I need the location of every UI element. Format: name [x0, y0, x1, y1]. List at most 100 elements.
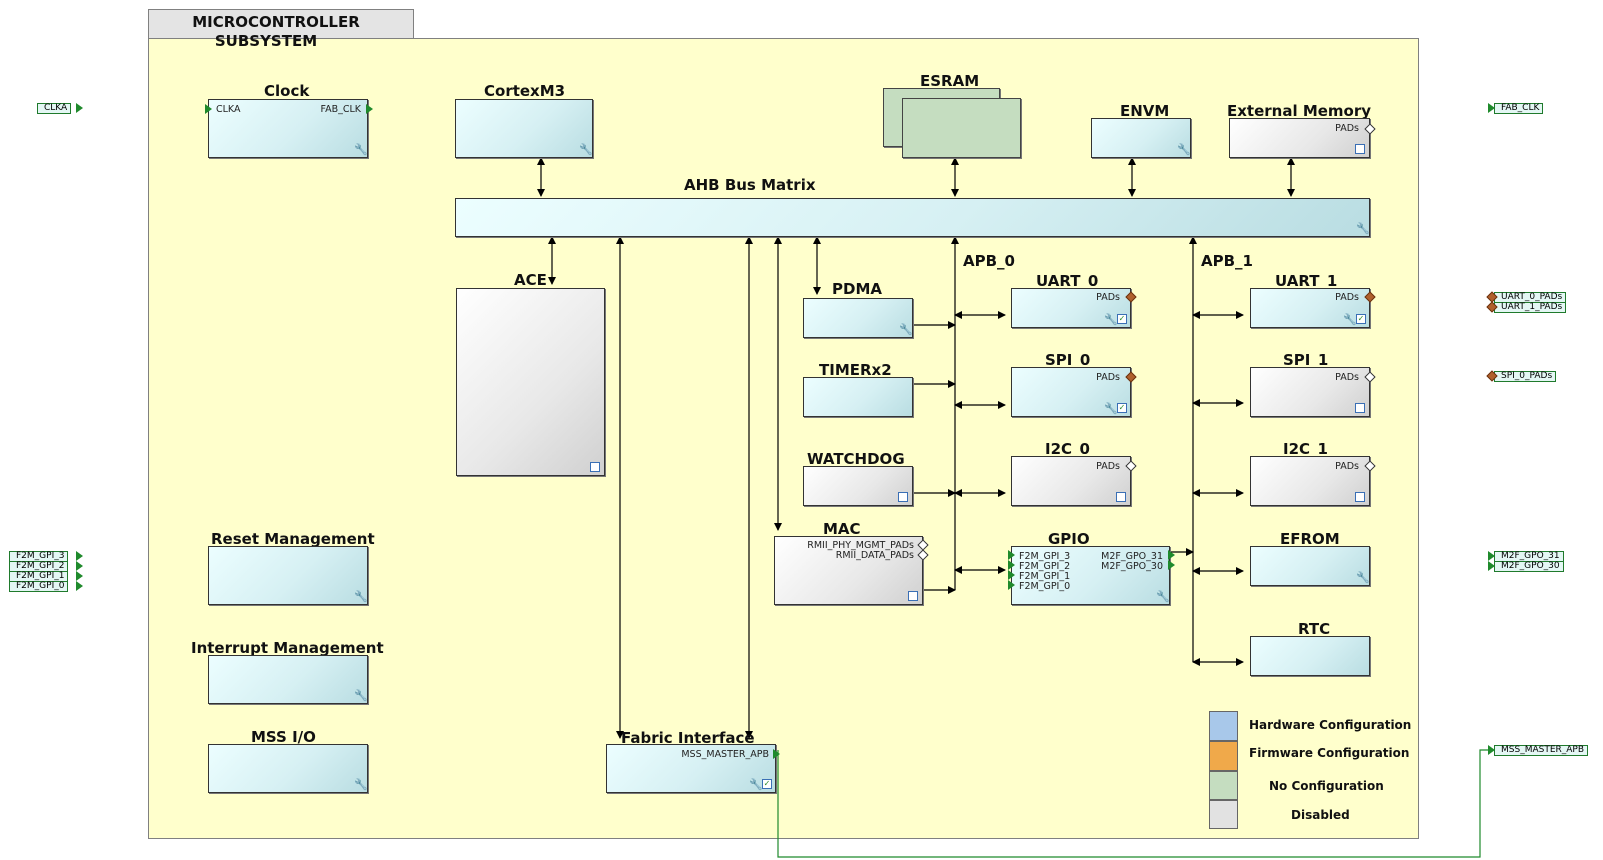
spi1-enable-checkbox[interactable]: [1355, 403, 1365, 413]
port-f2m-gpi-2-arrow: [76, 561, 83, 571]
ahb-bus-matrix-block[interactable]: 🔧: [455, 198, 1370, 237]
clock-pin-clka: CLKA: [216, 104, 241, 115]
external-memory-block[interactable]: PADs: [1229, 118, 1370, 158]
fabric-configure-icon[interactable]: 🔧: [749, 779, 763, 791]
port-spi0-pads[interactable]: SPI_0_PADs: [1494, 371, 1557, 382]
port-fab-clk-arrow: [1488, 103, 1495, 113]
timer-block[interactable]: [803, 377, 913, 417]
gpio-in-connector-2[interactable]: [1008, 560, 1015, 570]
port-m2f-gpo-30[interactable]: M2F_GPO_30: [1494, 561, 1564, 572]
gpio-block[interactable]: F2M_GPI_3 F2M_GPI_2 F2M_GPI_1 F2M_GPI_0 …: [1011, 546, 1170, 605]
port-f2m-gpi-3-arrow: [76, 551, 83, 561]
mac-block[interactable]: RMII_PHY_MGMT_PADs RMII_DATA_PADs: [774, 536, 923, 605]
envm-block[interactable]: 🔧: [1091, 118, 1191, 158]
uart1-pin-pads: PADs: [1335, 292, 1359, 303]
external-memory-pin-pads: PADs: [1335, 123, 1359, 134]
fabric-pin-mss-master-apb: MSS_MASTER_APB: [681, 749, 769, 760]
fabric-interface-block[interactable]: MSS_MASTER_APB 🔧 ✓: [606, 744, 776, 793]
gpio-configure-icon[interactable]: 🔧: [1156, 591, 1170, 603]
i2c0-block[interactable]: PADs: [1011, 456, 1131, 506]
legend-swatch-none: [1209, 771, 1238, 800]
port-clka-arrow: [76, 103, 83, 113]
panel-title-line2: SUBSYSTEM: [214, 32, 318, 50]
legend-swatch-hardware: [1209, 711, 1238, 741]
ahb-configure-icon[interactable]: 🔧: [1356, 223, 1370, 235]
gpio-in-connector-0[interactable]: [1008, 580, 1015, 590]
ace-enable-checkbox[interactable]: [590, 462, 600, 472]
panel-title: MICROCONTROLLER SUBSYSTEM: [148, 13, 404, 51]
mac-pin-rmii-data: RMII_DATA_PADs: [835, 550, 914, 561]
i2c0-pin-pads: PADs: [1096, 461, 1120, 472]
reset-block[interactable]: 🔧: [208, 546, 368, 605]
port-mss-master-apb[interactable]: MSS_MASTER_APB: [1494, 745, 1589, 756]
interrupt-block[interactable]: 🔧: [208, 655, 368, 704]
mssio-configure-icon[interactable]: 🔧: [354, 779, 368, 791]
spi0-configure-icon[interactable]: 🔧: [1104, 403, 1118, 415]
pdma-block[interactable]: 🔧: [803, 298, 913, 338]
i2c1-enable-checkbox[interactable]: [1355, 492, 1365, 502]
port-clka[interactable]: CLKA: [37, 103, 72, 114]
legend-swatch-disabled: [1209, 800, 1238, 829]
ace-label: ACE: [514, 271, 547, 289]
clock-block[interactable]: CLKA FAB_CLK 🔧: [208, 99, 368, 158]
port-mss-master-apb-arrow: [1488, 745, 1495, 755]
i2c0-enable-checkbox[interactable]: [1116, 492, 1126, 502]
port-f2m-gpi-0-arrow: [76, 581, 83, 591]
spi0-block[interactable]: PADs 🔧 ✓: [1011, 367, 1131, 417]
i2c1-block[interactable]: PADs: [1250, 456, 1370, 506]
apb1-label: APB_1: [1201, 252, 1253, 270]
spi0-enable-checkbox[interactable]: ✓: [1117, 403, 1127, 413]
pdma-configure-icon[interactable]: 🔧: [899, 324, 913, 336]
gpio-in-connector-3[interactable]: [1008, 550, 1015, 560]
port-m2f-gpo-31-arrow: [1488, 551, 1495, 561]
efrom-configure-icon[interactable]: 🔧: [1356, 572, 1370, 584]
uart0-block[interactable]: PADs 🔧 ✓: [1011, 288, 1131, 328]
cortexm3-block[interactable]: 🔧: [455, 99, 593, 158]
interrupt-configure-icon[interactable]: 🔧: [354, 690, 368, 702]
legend-swatch-firmware: [1209, 741, 1238, 771]
uart1-enable-checkbox[interactable]: ✓: [1356, 314, 1366, 324]
clock-clka-connector[interactable]: [205, 104, 212, 114]
spi0-pin-pads: PADs: [1096, 372, 1120, 383]
uart0-pin-pads: PADs: [1096, 292, 1120, 303]
ace-block[interactable]: [456, 288, 605, 476]
fabric-apb-connector[interactable]: [773, 749, 780, 759]
gpio-out-connector-31[interactable]: [1168, 550, 1175, 560]
external-memory-enable-checkbox[interactable]: [1355, 144, 1365, 154]
mssio-block[interactable]: 🔧: [208, 744, 368, 793]
i2c1-pin-pads: PADs: [1335, 461, 1359, 472]
legend-label-firmware: Firmware Configuration: [1249, 746, 1410, 760]
apb0-label: APB_0: [963, 252, 1015, 270]
gpio-in-connector-1[interactable]: [1008, 570, 1015, 580]
clock-fabclk-connector[interactable]: [366, 104, 373, 114]
port-f2m-gpi-1-arrow: [76, 571, 83, 581]
rtc-block[interactable]: [1250, 636, 1370, 676]
uart1-configure-icon[interactable]: 🔧: [1343, 314, 1357, 326]
clock-configure-icon[interactable]: 🔧: [354, 144, 368, 156]
gpio-out-pin-30: M2F_GPO_30: [1101, 561, 1163, 572]
clock-pin-fab-clk: FAB_CLK: [320, 104, 361, 115]
uart0-configure-icon[interactable]: 🔧: [1104, 314, 1118, 326]
watchdog-enable-checkbox[interactable]: [898, 492, 908, 502]
spi1-block[interactable]: PADs: [1250, 367, 1370, 417]
legend-label-disabled: Disabled: [1291, 808, 1350, 822]
port-fab-clk[interactable]: FAB_CLK: [1494, 103, 1544, 114]
port-f2m-gpi-0[interactable]: F2M_GPI_0: [9, 581, 69, 592]
legend-label-hardware: Hardware Configuration: [1249, 718, 1412, 732]
watchdog-block[interactable]: [803, 466, 913, 506]
efrom-block[interactable]: 🔧: [1250, 546, 1370, 586]
mac-enable-checkbox[interactable]: [908, 591, 918, 601]
uart1-block[interactable]: PADs 🔧 ✓: [1250, 288, 1370, 328]
gpio-out-connector-30[interactable]: [1168, 560, 1175, 570]
port-uart1-pads[interactable]: UART_1_PADs: [1494, 302, 1567, 313]
envm-configure-icon[interactable]: 🔧: [1177, 144, 1191, 156]
clock-label: Clock: [264, 82, 310, 100]
fabric-enable-checkbox[interactable]: ✓: [762, 779, 772, 789]
port-m2f-gpo-30-arrow: [1488, 561, 1495, 571]
reset-configure-icon[interactable]: 🔧: [354, 591, 368, 603]
cortexm3-configure-icon[interactable]: 🔧: [579, 144, 593, 156]
ahb-label: AHB Bus Matrix: [684, 176, 816, 194]
cortexm3-label: CortexM3: [484, 82, 566, 100]
uart0-enable-checkbox[interactable]: ✓: [1117, 314, 1127, 324]
esram-block[interactable]: [902, 98, 1021, 158]
